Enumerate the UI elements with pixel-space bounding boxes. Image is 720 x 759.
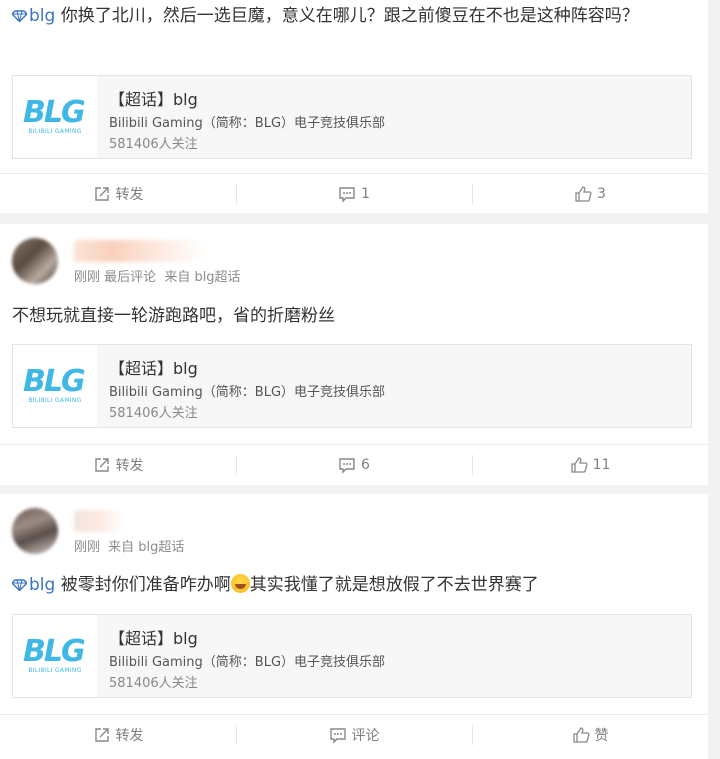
like-button[interactable]: 赞 (472, 715, 708, 755)
comment-button[interactable]: 6 (236, 445, 472, 485)
post-header: 刚刚 来自 blg超话 (12, 508, 612, 568)
avatar[interactable] (12, 238, 58, 284)
username-blurred[interactable] (74, 510, 124, 532)
embed-desc: Bilibili Gaming（简称：BLG）电子竞技俱乐部 (109, 655, 386, 670)
comment-icon (329, 726, 347, 744)
username-blurred[interactable] (74, 240, 204, 262)
post-text: 不想玩就直接一轮游跑路吧，省的折磨粉丝 (12, 306, 335, 326)
embed-desc: Bilibili Gaming（简称：BLG）电子竞技俱乐部 (109, 116, 386, 131)
post-card-3: 刚刚 来自 blg超话 blg 被零封你们准备咋办啊 其实我懂了就是想放假了不去世… (0, 494, 708, 759)
embed-follow-count: 581406人关注 (109, 676, 198, 691)
post-text: blg 被零封你们准备咋办啊 其实我懂了就是想放假了不去世界赛了 (12, 571, 697, 600)
embed-title: 【超话】blg (109, 629, 198, 648)
repost-button[interactable]: 转发 (0, 174, 236, 214)
avatar[interactable] (12, 508, 58, 554)
post-text: blg 你换了北川，然后一选巨魔，意义在哪儿？跟之前傻豆在不也是这种阵容吗？ (12, 2, 697, 31)
like-icon (570, 456, 588, 474)
post-meta: 刚刚 最后评论 来自 blg超话 (74, 270, 241, 285)
comment-button[interactable]: 评论 (236, 715, 472, 755)
comment-icon (338, 456, 356, 474)
action-bar: 转发 评论 赞 (0, 714, 708, 755)
repost-icon (93, 185, 111, 203)
embed-title: 【超话】blg (109, 359, 198, 378)
embed-follow-count: 581406人关注 (109, 137, 198, 152)
like-icon (572, 726, 590, 744)
repost-button[interactable]: 转发 (0, 445, 236, 485)
repost-icon (93, 456, 111, 474)
supertopic-embed[interactable]: BLG BILIBILI GAMING 【超话】blg Bilibili Gam… (12, 614, 692, 698)
supertopic-tag[interactable]: blg (12, 575, 55, 595)
action-bar: 转发 1 3 (0, 173, 708, 214)
supertopic-embed[interactable]: BLG BILIBILI GAMING 【超话】blg Bilibili Gam… (12, 75, 692, 159)
blg-logo: BLG BILIBILI GAMING (13, 345, 97, 427)
embed-title: 【超话】blg (109, 90, 198, 109)
post-header: 刚刚 最后评论 来自 blg超话 (12, 238, 612, 298)
action-bar: 转发 6 11 (0, 444, 708, 485)
comment-icon (338, 185, 356, 203)
comment-button[interactable]: 1 (236, 174, 472, 214)
supertopic-tag[interactable]: blg (12, 6, 55, 26)
embed-follow-count: 581406人关注 (109, 406, 198, 421)
diamond-icon (12, 10, 27, 22)
blg-logo: BLG BILIBILI GAMING (13, 615, 97, 697)
repost-icon (93, 726, 111, 744)
diamond-icon (12, 579, 27, 591)
post-meta: 刚刚 来自 blg超话 (74, 540, 185, 555)
like-icon (574, 185, 592, 203)
repost-button[interactable]: 转发 (0, 715, 236, 755)
embed-desc: Bilibili Gaming（简称：BLG）电子竞技俱乐部 (109, 385, 386, 400)
supertopic-embed[interactable]: BLG BILIBILI GAMING 【超话】blg Bilibili Gam… (12, 344, 692, 428)
post-card-1: blg 你换了北川，然后一选巨魔，意义在哪儿？跟之前傻豆在不也是这种阵容吗？ B… (0, 0, 708, 213)
blg-logo: BLG BILIBILI GAMING (13, 76, 97, 158)
post-card-2: 刚刚 最后评论 来自 blg超话 不想玩就直接一轮游跑路吧，省的折磨粉丝 BLG… (0, 224, 708, 485)
like-button[interactable]: 3 (472, 174, 708, 214)
like-button[interactable]: 11 (472, 445, 708, 485)
laugh-emoji-icon (230, 574, 250, 593)
